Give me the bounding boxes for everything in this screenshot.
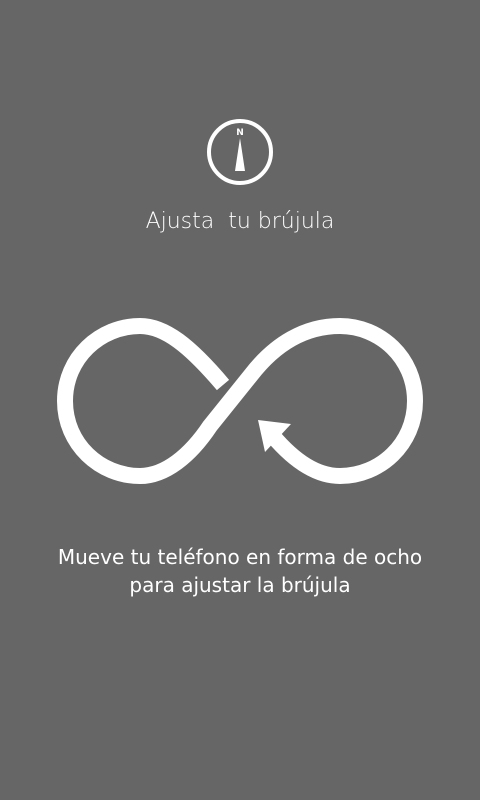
- instruction-text: Mueve tu teléfono en forma de ocho para …: [0, 543, 480, 599]
- compass-icon: N: [207, 119, 273, 185]
- instruction-line-2: para ajustar la brújula: [129, 573, 351, 597]
- figure-eight-motion-icon: [57, 318, 423, 484]
- page-title: Ajusta tu brújula: [145, 209, 335, 234]
- instruction-line-1: Mueve tu teléfono en forma de ocho: [57, 545, 423, 569]
- compass-north-letter: N: [236, 128, 244, 138]
- compass-calibration-screen: N Ajusta tu brújula Mueve tu teléfono en…: [0, 0, 480, 800]
